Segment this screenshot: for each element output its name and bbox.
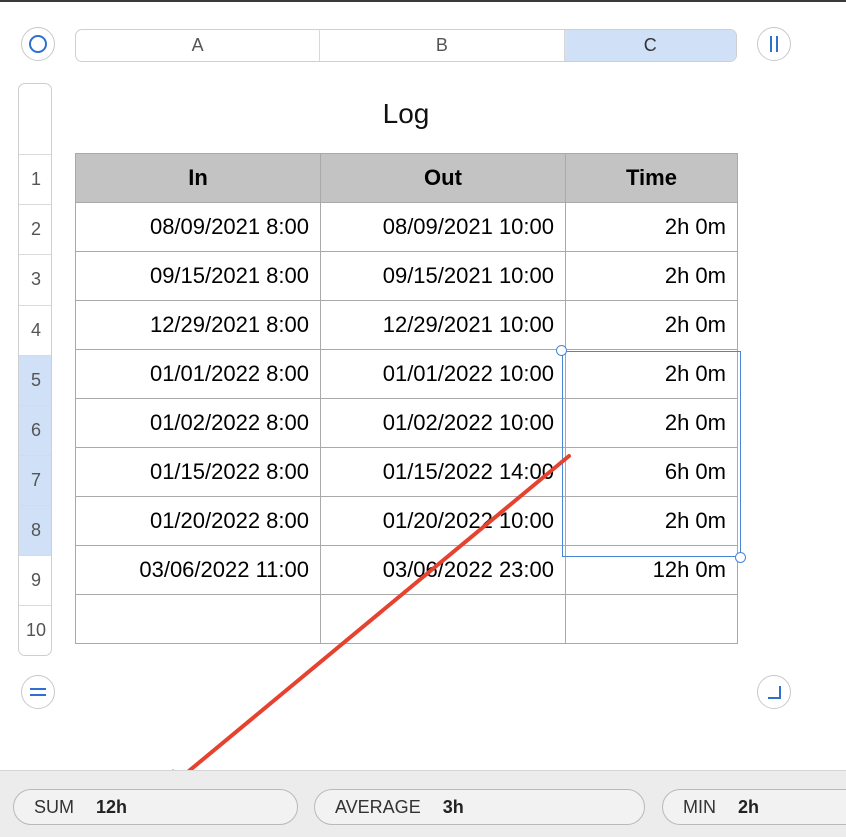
table-cell[interactable]: 2h 0m <box>565 300 738 350</box>
row-header-1[interactable]: 1 <box>19 154 51 204</box>
average-summary-button[interactable]: AVERAGE 3h <box>314 789 645 825</box>
table-row <box>75 594 738 644</box>
table-cell[interactable]: 01/15/2022 8:00 <box>75 447 321 497</box>
table-cell[interactable]: 09/15/2021 10:00 <box>320 251 566 301</box>
circle-icon <box>29 35 47 53</box>
row-header-6[interactable]: 6 <box>19 405 51 455</box>
table-cell[interactable]: 12h 0m <box>565 545 738 595</box>
table-cell[interactable]: 01/01/2022 8:00 <box>75 349 321 399</box>
header-cell-out[interactable]: Out <box>320 153 566 203</box>
table-cell[interactable]: 01/20/2022 8:00 <box>75 496 321 546</box>
column-header-c[interactable]: C <box>564 30 736 61</box>
table-cell[interactable]: 01/15/2022 14:00 <box>320 447 566 497</box>
table-cell[interactable]: 01/01/2022 10:00 <box>320 349 566 399</box>
table-cell[interactable]: 01/20/2022 10:00 <box>320 496 566 546</box>
min-summary-button[interactable]: MIN 2h <box>662 789 846 825</box>
table-cell[interactable]: 2h 0m <box>565 398 738 448</box>
table-cell[interactable]: 03/06/2022 23:00 <box>320 545 566 595</box>
table-cell[interactable]: 09/15/2021 8:00 <box>75 251 321 301</box>
row-header-2[interactable]: 2 <box>19 204 51 254</box>
row-header-9[interactable]: 9 <box>19 555 51 605</box>
add-row-handle[interactable] <box>21 675 55 709</box>
table-cell[interactable]: 08/09/2021 8:00 <box>75 202 321 252</box>
table-cell[interactable] <box>565 594 738 644</box>
table-cell[interactable]: 6h 0m <box>565 447 738 497</box>
row-header-5[interactable]: 5 <box>19 355 51 405</box>
table-cell[interactable]: 12/29/2021 10:00 <box>320 300 566 350</box>
add-column-handle[interactable] <box>757 27 791 61</box>
table-cell[interactable]: 2h 0m <box>565 202 738 252</box>
resize-corner-icon <box>768 686 781 699</box>
row-header-7[interactable]: 7 <box>19 455 51 505</box>
table-cell[interactable]: 2h 0m <box>565 349 738 399</box>
table-cell[interactable]: 01/02/2022 8:00 <box>75 398 321 448</box>
table-row: 01/20/2022 8:00 01/20/2022 10:00 2h 0m <box>75 496 738 546</box>
log-table: In Out Time 08/09/2021 8:00 08/09/2021 1… <box>75 153 738 644</box>
table-cell[interactable]: 03/06/2022 11:00 <box>75 545 321 595</box>
column-header-b[interactable]: B <box>320 30 565 61</box>
resize-table-handle[interactable] <box>757 675 791 709</box>
table-row: 08/09/2021 8:00 08/09/2021 10:00 2h 0m <box>75 202 738 252</box>
selection-handle-bottom-right[interactable] <box>735 552 746 563</box>
window-top-border <box>0 0 846 2</box>
table-cell[interactable]: 2h 0m <box>565 496 738 546</box>
table-cell[interactable]: 08/09/2021 10:00 <box>320 202 566 252</box>
column-handle-icon <box>770 36 778 52</box>
selection-handle-top-left[interactable] <box>556 345 567 356</box>
table-row: 12/29/2021 8:00 12/29/2021 10:00 2h 0m <box>75 300 738 350</box>
sum-value: 12h <box>96 796 128 817</box>
table-row: 03/06/2022 11:00 03/06/2022 23:00 12h 0m <box>75 545 738 595</box>
row-header-8[interactable]: 8 <box>19 505 51 555</box>
row-handle-icon <box>30 688 46 696</box>
sum-label: SUM <box>34 796 74 817</box>
average-label: AVERAGE <box>335 796 421 817</box>
table-row: 01/01/2022 8:00 01/01/2022 10:00 2h 0m <box>75 349 738 399</box>
header-cell-in[interactable]: In <box>75 153 321 203</box>
table-cell[interactable]: 2h 0m <box>565 251 738 301</box>
row-header-4[interactable]: 4 <box>19 305 51 355</box>
sum-summary-button[interactable]: SUM 12h <box>13 789 298 825</box>
row-header-3[interactable]: 3 <box>19 254 51 304</box>
column-header-a[interactable]: A <box>76 30 321 61</box>
table-row: 01/02/2022 8:00 01/02/2022 10:00 2h 0m <box>75 398 738 448</box>
row-header-bar: 1 2 3 4 5 6 7 8 9 10 <box>18 83 52 656</box>
row-header-10[interactable]: 10 <box>19 605 51 655</box>
column-header-bar: A B C <box>75 29 737 62</box>
table-row: 09/15/2021 8:00 09/15/2021 10:00 2h 0m <box>75 251 738 301</box>
table-cell[interactable]: 01/02/2022 10:00 <box>320 398 566 448</box>
select-table-button[interactable] <box>21 27 55 61</box>
table-title[interactable]: Log <box>75 98 737 130</box>
header-row: In Out Time <box>75 153 738 203</box>
min-label: MIN <box>683 796 716 817</box>
table-cell[interactable] <box>75 594 321 644</box>
average-value: 3h <box>442 796 464 817</box>
table-row: 01/15/2022 8:00 01/15/2022 14:00 6h 0m <box>75 447 738 497</box>
table-cell[interactable]: 12/29/2021 8:00 <box>75 300 321 350</box>
table-cell[interactable] <box>320 594 566 644</box>
header-cell-time[interactable]: Time <box>565 153 738 203</box>
min-value: 2h <box>738 796 760 817</box>
